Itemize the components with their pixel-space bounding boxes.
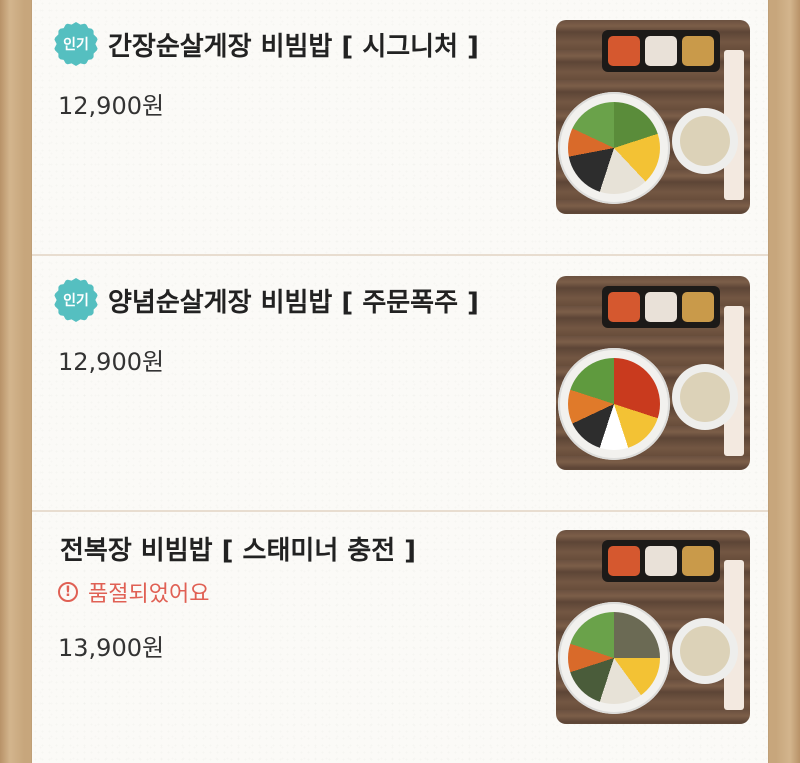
menu-item-photo	[556, 20, 750, 214]
menu-item-title: 전복장 비빔밥 [ 스태미너 충전 ]	[60, 536, 417, 566]
menu-item-photo	[556, 530, 750, 724]
menu-item-title-row: 인기 간장순살게장 비빔밥 [ 시그니처 ]	[54, 22, 479, 66]
popular-badge: 인기	[54, 22, 98, 66]
menu-item-title: 양념순살게장 비빔밥 [ 주문폭주 ]	[108, 287, 479, 318]
warning-circle-icon: !	[58, 582, 78, 602]
menu-item-photo	[556, 276, 750, 470]
menu-item-title: 간장순살게장 비빔밥 [ 시그니처 ]	[108, 31, 479, 62]
soldout-label: 품절되었어요	[88, 582, 210, 607]
menu-item-1[interactable]: 인기 간장순살게장 비빔밥 [ 시그니처 ] 12,900원	[32, 0, 768, 256]
menu-item-price: 12,900원	[58, 348, 165, 376]
menu-item-title-row: 인기 양념순살게장 비빔밥 [ 주문폭주 ]	[54, 278, 479, 322]
popular-badge: 인기	[54, 278, 98, 322]
menu-item-price: 13,900원	[58, 634, 165, 662]
menu-item-2[interactable]: 인기 양념순살게장 비빔밥 [ 주문폭주 ] 12,900원	[32, 256, 768, 512]
menu-list: 인기 간장순살게장 비빔밥 [ 시그니처 ] 12,900원 인기 양념순살게장…	[32, 0, 768, 763]
menu-item-price: 12,900원	[58, 92, 165, 120]
menu-item-title-row: 전복장 비빔밥 [ 스태미너 충전 ]	[60, 530, 416, 567]
soldout-status: ! 품절되었어요	[58, 576, 209, 608]
